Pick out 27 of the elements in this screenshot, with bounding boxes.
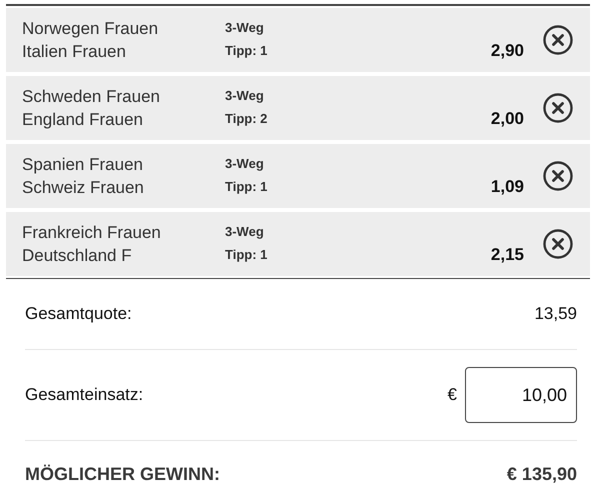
currency-symbol: € <box>448 384 457 406</box>
team-name: England Frauen <box>22 109 144 131</box>
stake-label: Gesamteinsatz: <box>25 384 144 406</box>
stake-field[interactable]: 10,00 <box>465 367 577 423</box>
odds-value: 2,15 <box>490 245 524 264</box>
total-odds-value: 13,59 <box>534 303 577 326</box>
market-label: 3-Weg <box>225 87 265 105</box>
team-name: Frankreich Frauen <box>22 222 162 244</box>
team-name: Schweden Frauen <box>22 86 161 108</box>
team-name: Italien Frauen <box>22 41 127 63</box>
odds-value: 1,09 <box>490 177 524 196</box>
tip-label: Tipp: 2 <box>225 110 268 128</box>
potential-win-label: MÖGLICHER GEWINN: <box>25 462 220 486</box>
total-odds-label: Gesamtquote: <box>25 303 132 326</box>
tip-label: Tipp: 1 <box>225 178 268 196</box>
tip-label: Tipp: 1 <box>225 42 268 60</box>
odds-value: 2,90 <box>490 41 524 60</box>
team-name: Schweiz Frauen <box>22 177 145 199</box>
market-label: 3-Weg <box>225 223 265 241</box>
market-label: 3-Weg <box>225 155 265 173</box>
team-name: Spanien Frauen <box>22 154 144 176</box>
odds-value: 2,00 <box>490 109 524 128</box>
team-name: Deutschland F <box>22 245 133 267</box>
team-name: Norwegen Frauen <box>22 18 160 40</box>
potential-win-value: € 135,90 <box>506 462 577 486</box>
market-label: 3-Weg <box>225 19 265 37</box>
tip-label: Tipp: 1 <box>225 246 268 264</box>
